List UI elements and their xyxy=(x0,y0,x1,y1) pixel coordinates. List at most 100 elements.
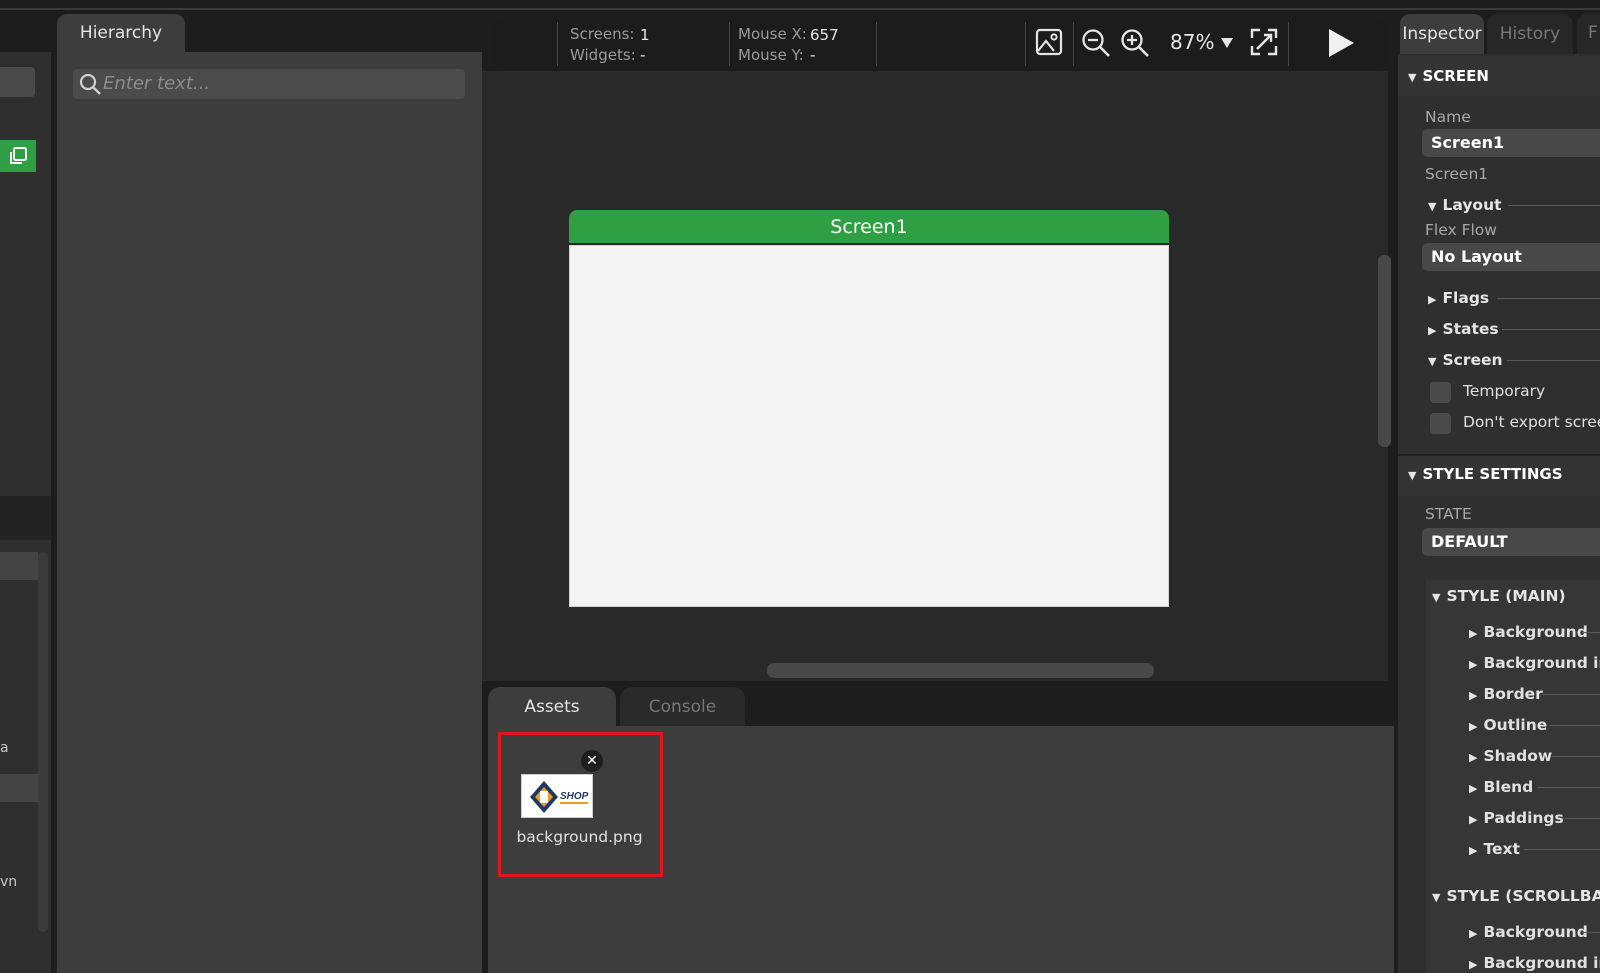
toolbar-divider xyxy=(876,22,877,66)
style-settings-title: ▼ STYLE SETTINGS xyxy=(1408,465,1563,483)
zoom-in-icon[interactable] xyxy=(1120,28,1150,58)
screens-count: 1 xyxy=(640,26,650,44)
style-item-text[interactable]: ▶ Text xyxy=(1469,840,1520,858)
expand-triangle-icon: ▶ xyxy=(1469,720,1478,733)
left-truncated-text: a xyxy=(0,740,9,756)
style-item-label: Blend xyxy=(1483,778,1534,796)
asset-filename: background.png xyxy=(516,828,643,846)
tab-console[interactable]: Console xyxy=(620,687,745,726)
style-item-label: Text xyxy=(1483,840,1520,858)
temporary-checkbox[interactable] xyxy=(1430,382,1451,403)
style-item-label: Background image xyxy=(1483,954,1600,972)
left-truncated-text: vn xyxy=(0,874,18,890)
left-panel-input[interactable] xyxy=(0,67,35,97)
expand-triangle-icon: ▶ xyxy=(1469,627,1478,640)
left-list-row[interactable] xyxy=(0,774,38,802)
collapse-triangle-icon: ▼ xyxy=(1432,591,1441,604)
screen-group-label: Screen xyxy=(1442,351,1503,369)
zoom-level[interactable]: 87% xyxy=(1170,30,1214,54)
toolbar-divider xyxy=(1073,22,1074,66)
expand-triangle-icon: ▶ xyxy=(1469,782,1478,795)
style-scrollbar-label: STYLE (SCROLLBAR) xyxy=(1446,887,1600,905)
dont-export-checkbox[interactable] xyxy=(1430,413,1451,434)
style-item-paddings[interactable]: ▶ Paddings xyxy=(1469,809,1564,827)
style-item-label: Background image xyxy=(1483,654,1600,672)
screen-preview[interactable] xyxy=(569,245,1169,607)
flex-flow-select[interactable]: No Layout xyxy=(1422,243,1600,271)
expand-triangle-icon: ▶ xyxy=(1428,324,1437,337)
tab-hierarchy[interactable]: Hierarchy xyxy=(57,14,185,52)
tab-truncated[interactable]: F xyxy=(1577,14,1600,54)
expand-triangle-icon: ▶ xyxy=(1469,689,1478,702)
tab-inspector[interactable]: Inspector xyxy=(1400,14,1484,54)
close-icon[interactable]: ✕ xyxy=(581,750,603,772)
scrollbar-item-background-image[interactable]: ▶ Background image xyxy=(1469,954,1600,972)
left-list-row[interactable] xyxy=(0,552,38,580)
flex-flow-label: Flex Flow xyxy=(1425,221,1497,239)
left-scrollbar[interactable] xyxy=(38,552,48,932)
collapse-triangle-icon: ▼ xyxy=(1428,355,1437,368)
widgets-count: - xyxy=(640,46,646,64)
states-group-header[interactable]: ▶ States xyxy=(1428,320,1499,338)
collapse-triangle-icon: ▼ xyxy=(1432,891,1441,904)
asset-thumbnail[interactable]: SHOP xyxy=(521,774,593,818)
divider xyxy=(1537,787,1600,788)
search-placeholder: Enter text... xyxy=(103,73,211,94)
name-field[interactable]: Screen1 xyxy=(1422,129,1600,157)
expand-triangle-icon: ▶ xyxy=(1469,751,1478,764)
left-panel-divider xyxy=(0,496,51,540)
expand-triangle-icon: ▶ xyxy=(1428,293,1437,306)
play-icon[interactable] xyxy=(1326,27,1356,59)
flags-label: Flags xyxy=(1442,289,1490,307)
tab-history[interactable]: History xyxy=(1487,14,1573,54)
divider xyxy=(1549,725,1600,726)
flags-group-header[interactable]: ▶ Flags xyxy=(1428,289,1489,307)
scrollbar-item-background[interactable]: ▶ Background xyxy=(1469,923,1588,941)
shop-logo: SHOP xyxy=(530,781,589,813)
style-item-background-image[interactable]: ▶ Background image xyxy=(1469,654,1600,672)
mouse-y-value: - xyxy=(810,46,816,64)
collapse-triangle-icon: ▼ xyxy=(1408,71,1417,84)
style-item-label: Shadow xyxy=(1483,747,1553,765)
style-main-header[interactable]: ▼ STYLE (MAIN) xyxy=(1432,587,1566,605)
bottom-tab-strip xyxy=(482,681,1388,726)
style-item-blend[interactable]: ▶ Blend xyxy=(1469,778,1533,796)
toolbar-divider xyxy=(729,22,730,66)
expand-triangle-icon: ▶ xyxy=(1469,927,1478,940)
mouse-y-label: Mouse Y: xyxy=(738,46,804,64)
chevron-down-icon[interactable] xyxy=(1220,37,1234,49)
widgets-label: Widgets: xyxy=(570,46,636,64)
style-item-border[interactable]: ▶ Border xyxy=(1469,685,1543,703)
name-hint: Screen1 xyxy=(1425,165,1489,183)
divider xyxy=(1497,298,1600,299)
style-item-shadow[interactable]: ▶ Shadow xyxy=(1469,747,1552,765)
style-scrollbar-header[interactable]: ▼ STYLE (SCROLLBAR) xyxy=(1432,887,1600,905)
layout-group-header[interactable]: ▼ Layout xyxy=(1428,196,1502,214)
tab-assets[interactable]: Assets xyxy=(488,687,616,726)
copy-button[interactable] xyxy=(0,140,36,172)
dont-export-label: Don't export screen xyxy=(1463,413,1600,431)
canvas-vertical-scrollbar[interactable] xyxy=(1378,255,1391,447)
style-item-label: Border xyxy=(1483,685,1543,703)
expand-triangle-icon: ▶ xyxy=(1469,813,1478,826)
screen-group-header[interactable]: ▼ Screen xyxy=(1428,351,1503,369)
style-item-outline[interactable]: ▶ Outline xyxy=(1469,716,1547,734)
zoom-out-icon[interactable] xyxy=(1081,28,1111,58)
screen-title-tab[interactable]: Screen1 xyxy=(569,210,1169,243)
fit-screen-icon[interactable] xyxy=(1249,27,1279,57)
screen-section-label: SCREEN xyxy=(1422,67,1489,85)
canvas-horizontal-scrollbar[interactable] xyxy=(767,663,1154,678)
divider xyxy=(1563,818,1600,819)
style-item-label: Outline xyxy=(1483,716,1548,734)
copy-icon xyxy=(10,147,27,164)
app-window: a vn Hierarchy Enter text... Screens: 1 … xyxy=(0,0,1600,973)
toolbar-divider xyxy=(1288,22,1289,66)
image-icon[interactable] xyxy=(1034,27,1064,57)
state-select[interactable]: DEFAULT xyxy=(1422,528,1600,556)
temporary-label: Temporary xyxy=(1463,382,1546,400)
top-border xyxy=(0,8,1600,10)
divider xyxy=(1508,205,1600,206)
style-item-background[interactable]: ▶ Background xyxy=(1469,623,1588,641)
name-label: Name xyxy=(1425,108,1471,126)
mouse-x-label: Mouse X: xyxy=(738,25,807,43)
